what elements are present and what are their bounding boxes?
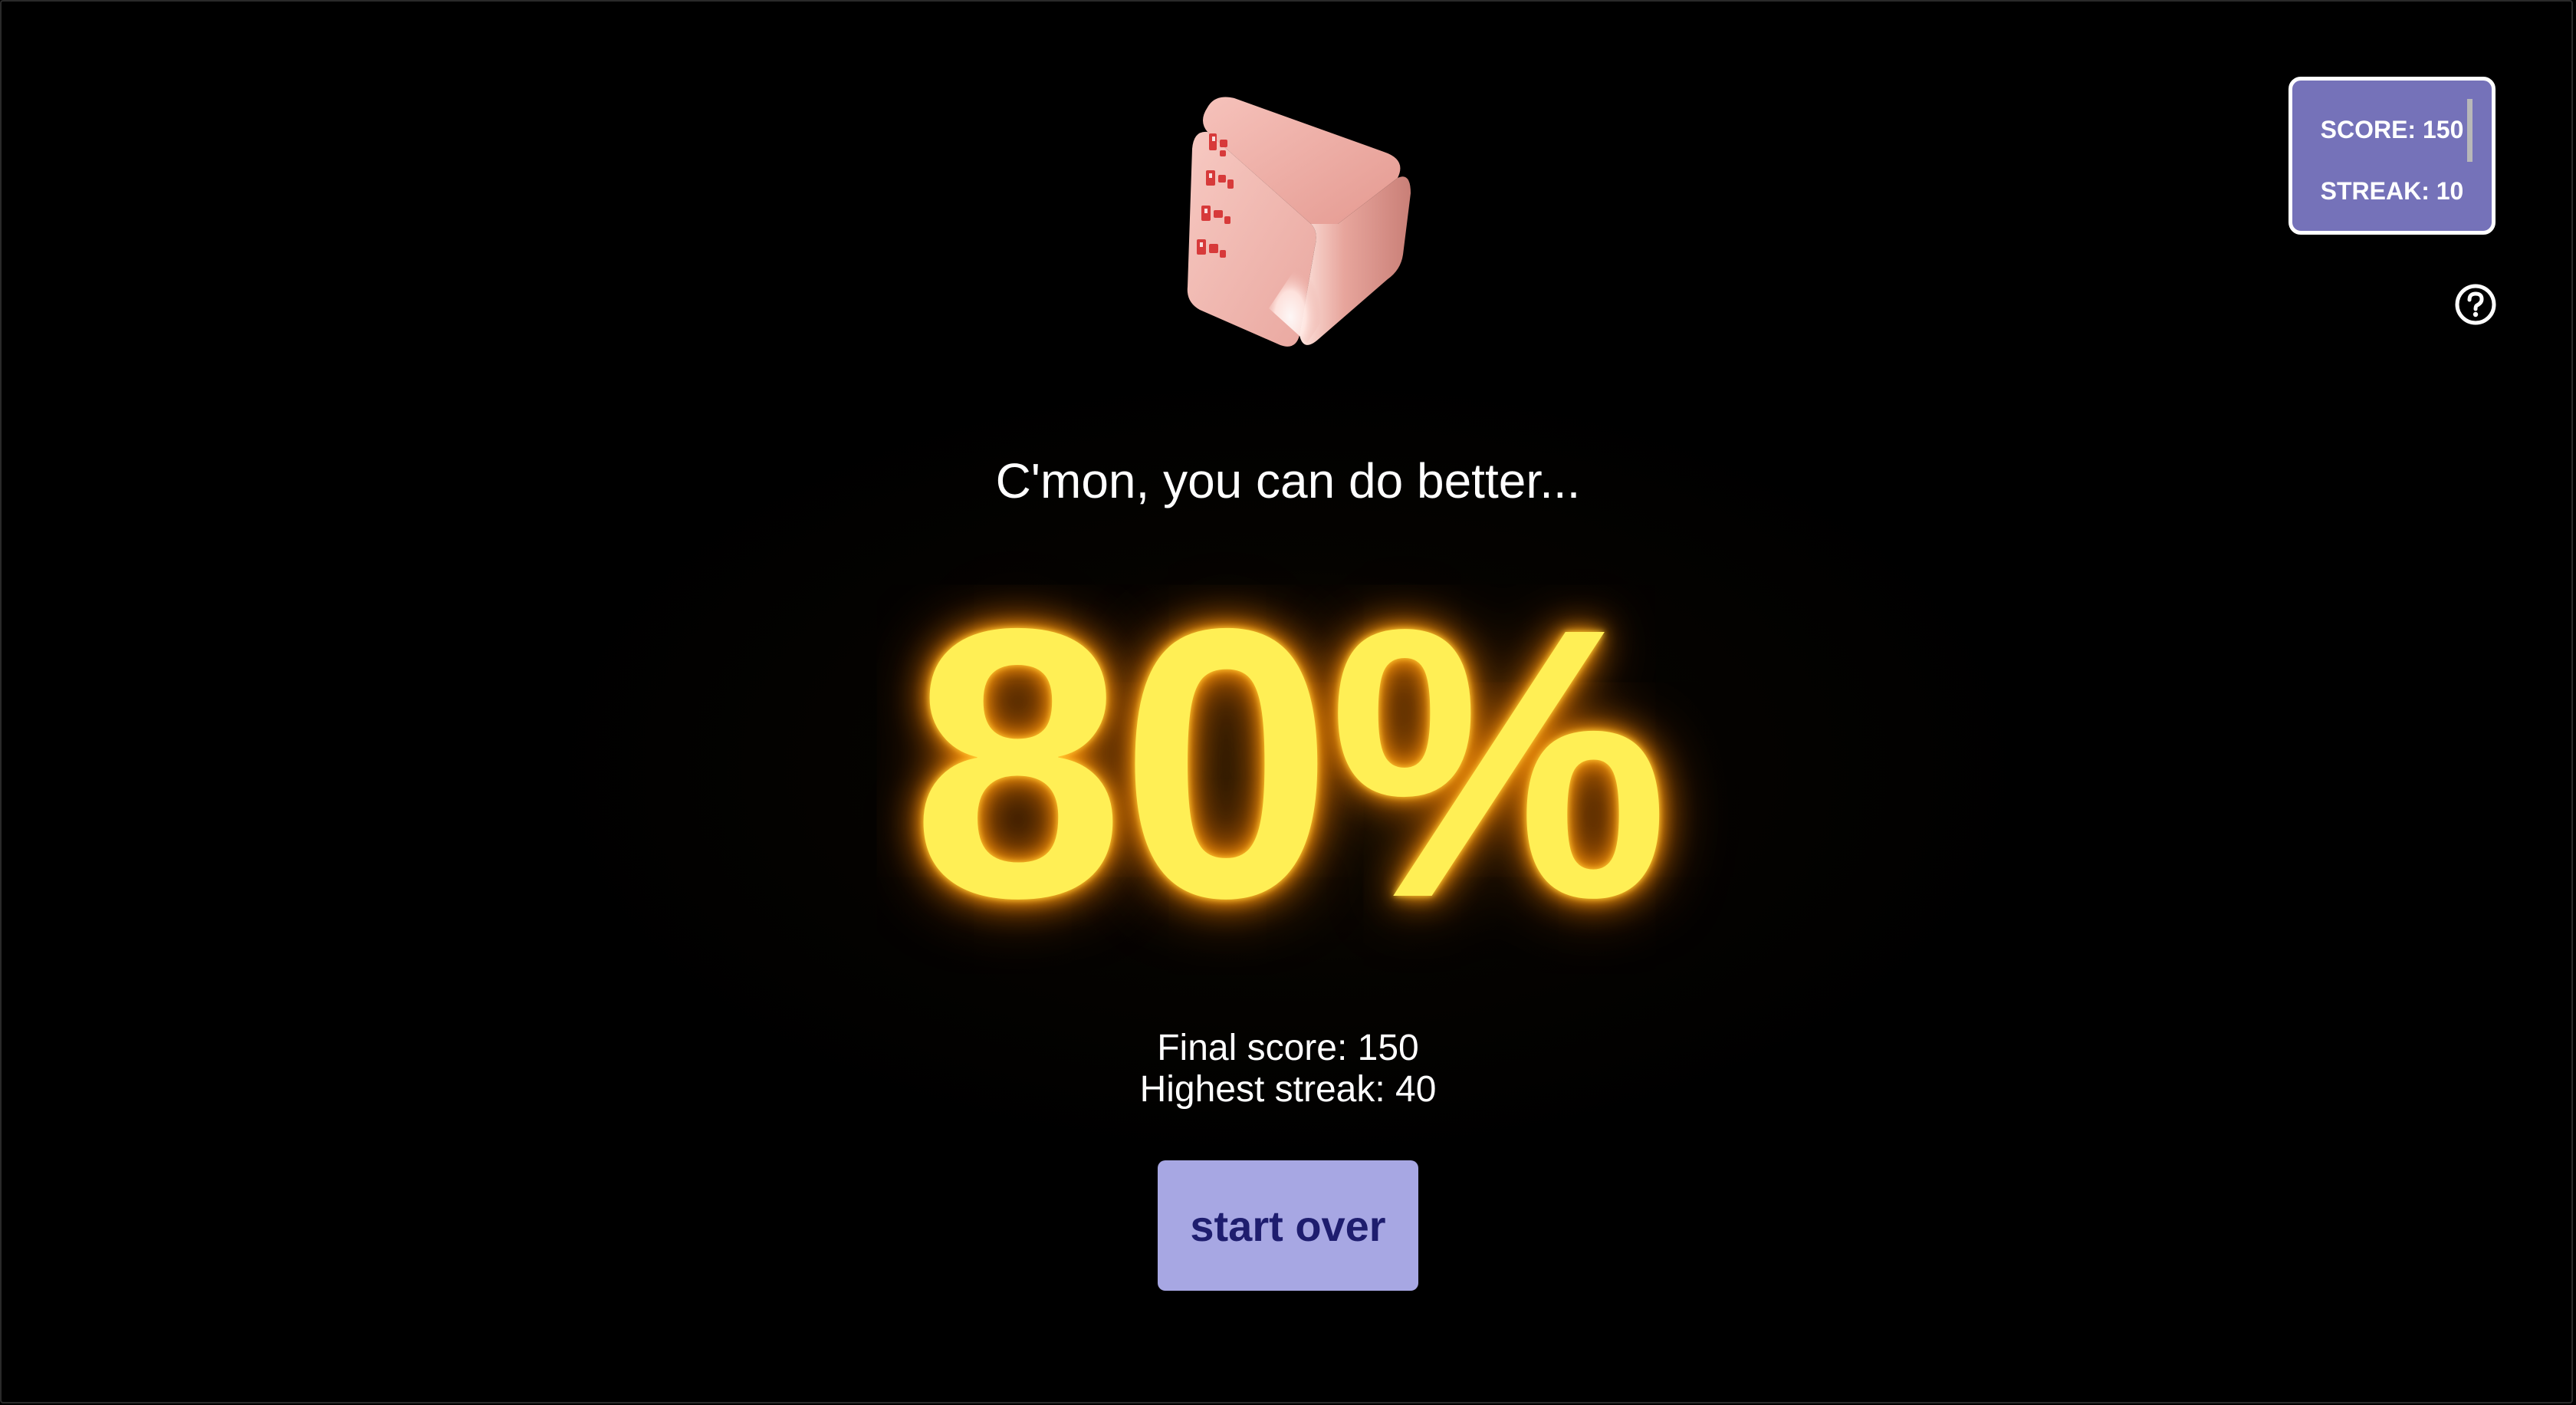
question-circle-icon[interactable]: [2454, 283, 2497, 326]
die-icon: [1154, 86, 1430, 362]
result-percent: 80%: [911, 548, 1670, 977]
final-score: Final score: 150: [1157, 1028, 1419, 1068]
final-stats: Final score: 150 Highest streak: 40: [0, 1028, 2576, 1111]
score-panel: SCORE: 150 STREAK: 10: [2288, 77, 2496, 235]
text-cursor: [2467, 99, 2472, 162]
result-message: C'mon, you can do better...: [995, 453, 1581, 508]
highest-streak: Highest streak: 40: [1139, 1069, 1437, 1110]
start-over-button[interactable]: start over: [1158, 1160, 1418, 1291]
score-label: SCORE: 150: [2320, 116, 2464, 143]
streak-label: STREAK: 10: [2320, 177, 2464, 205]
